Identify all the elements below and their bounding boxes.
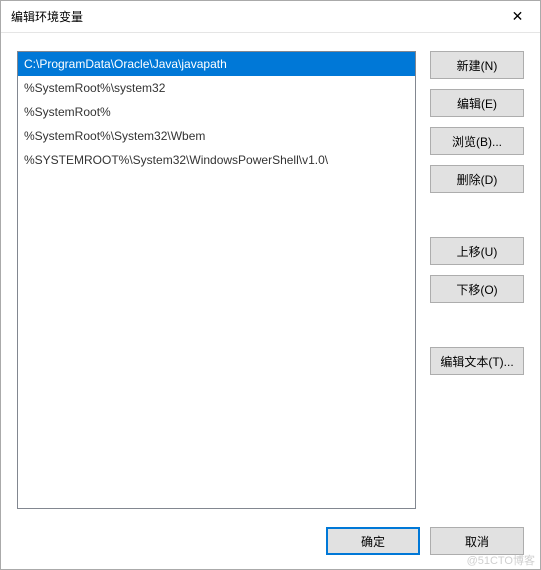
cancel-button[interactable]: 取消 — [430, 527, 524, 555]
browse-button[interactable]: 浏览(B)... — [430, 127, 524, 155]
list-item[interactable]: %SYSTEMROOT%\System32\WindowsPowerShell\… — [18, 148, 415, 172]
ok-button[interactable]: 确定 — [326, 527, 420, 555]
list-item[interactable]: %SystemRoot%\System32\Wbem — [18, 124, 415, 148]
new-button[interactable]: 新建(N) — [430, 51, 524, 79]
edit-button[interactable]: 编辑(E) — [430, 89, 524, 117]
titlebar: 编辑环境变量 ✕ — [1, 1, 540, 33]
move-up-button[interactable]: 上移(U) — [430, 237, 524, 265]
list-item[interactable]: %SystemRoot% — [18, 100, 415, 124]
dialog-content: C:\ProgramData\Oracle\Java\javapath%Syst… — [1, 33, 540, 569]
bottom-buttons: 确定 取消 — [17, 509, 524, 555]
path-listbox[interactable]: C:\ProgramData\Oracle\Java\javapath%Syst… — [17, 51, 416, 509]
main-row: C:\ProgramData\Oracle\Java\javapath%Syst… — [17, 51, 524, 509]
close-button[interactable]: ✕ — [495, 1, 540, 33]
env-var-dialog: 编辑环境变量 ✕ C:\ProgramData\Oracle\Java\java… — [0, 0, 541, 570]
side-buttons: 新建(N) 编辑(E) 浏览(B)... 删除(D) 上移(U) 下移(O) 编… — [430, 51, 524, 509]
delete-button[interactable]: 删除(D) — [430, 165, 524, 193]
edit-text-button[interactable]: 编辑文本(T)... — [430, 347, 524, 375]
close-icon: ✕ — [512, 8, 524, 25]
list-item[interactable]: C:\ProgramData\Oracle\Java\javapath — [18, 52, 415, 76]
move-down-button[interactable]: 下移(O) — [430, 275, 524, 303]
dialog-title: 编辑环境变量 — [11, 8, 83, 25]
list-item[interactable]: %SystemRoot%\system32 — [18, 76, 415, 100]
